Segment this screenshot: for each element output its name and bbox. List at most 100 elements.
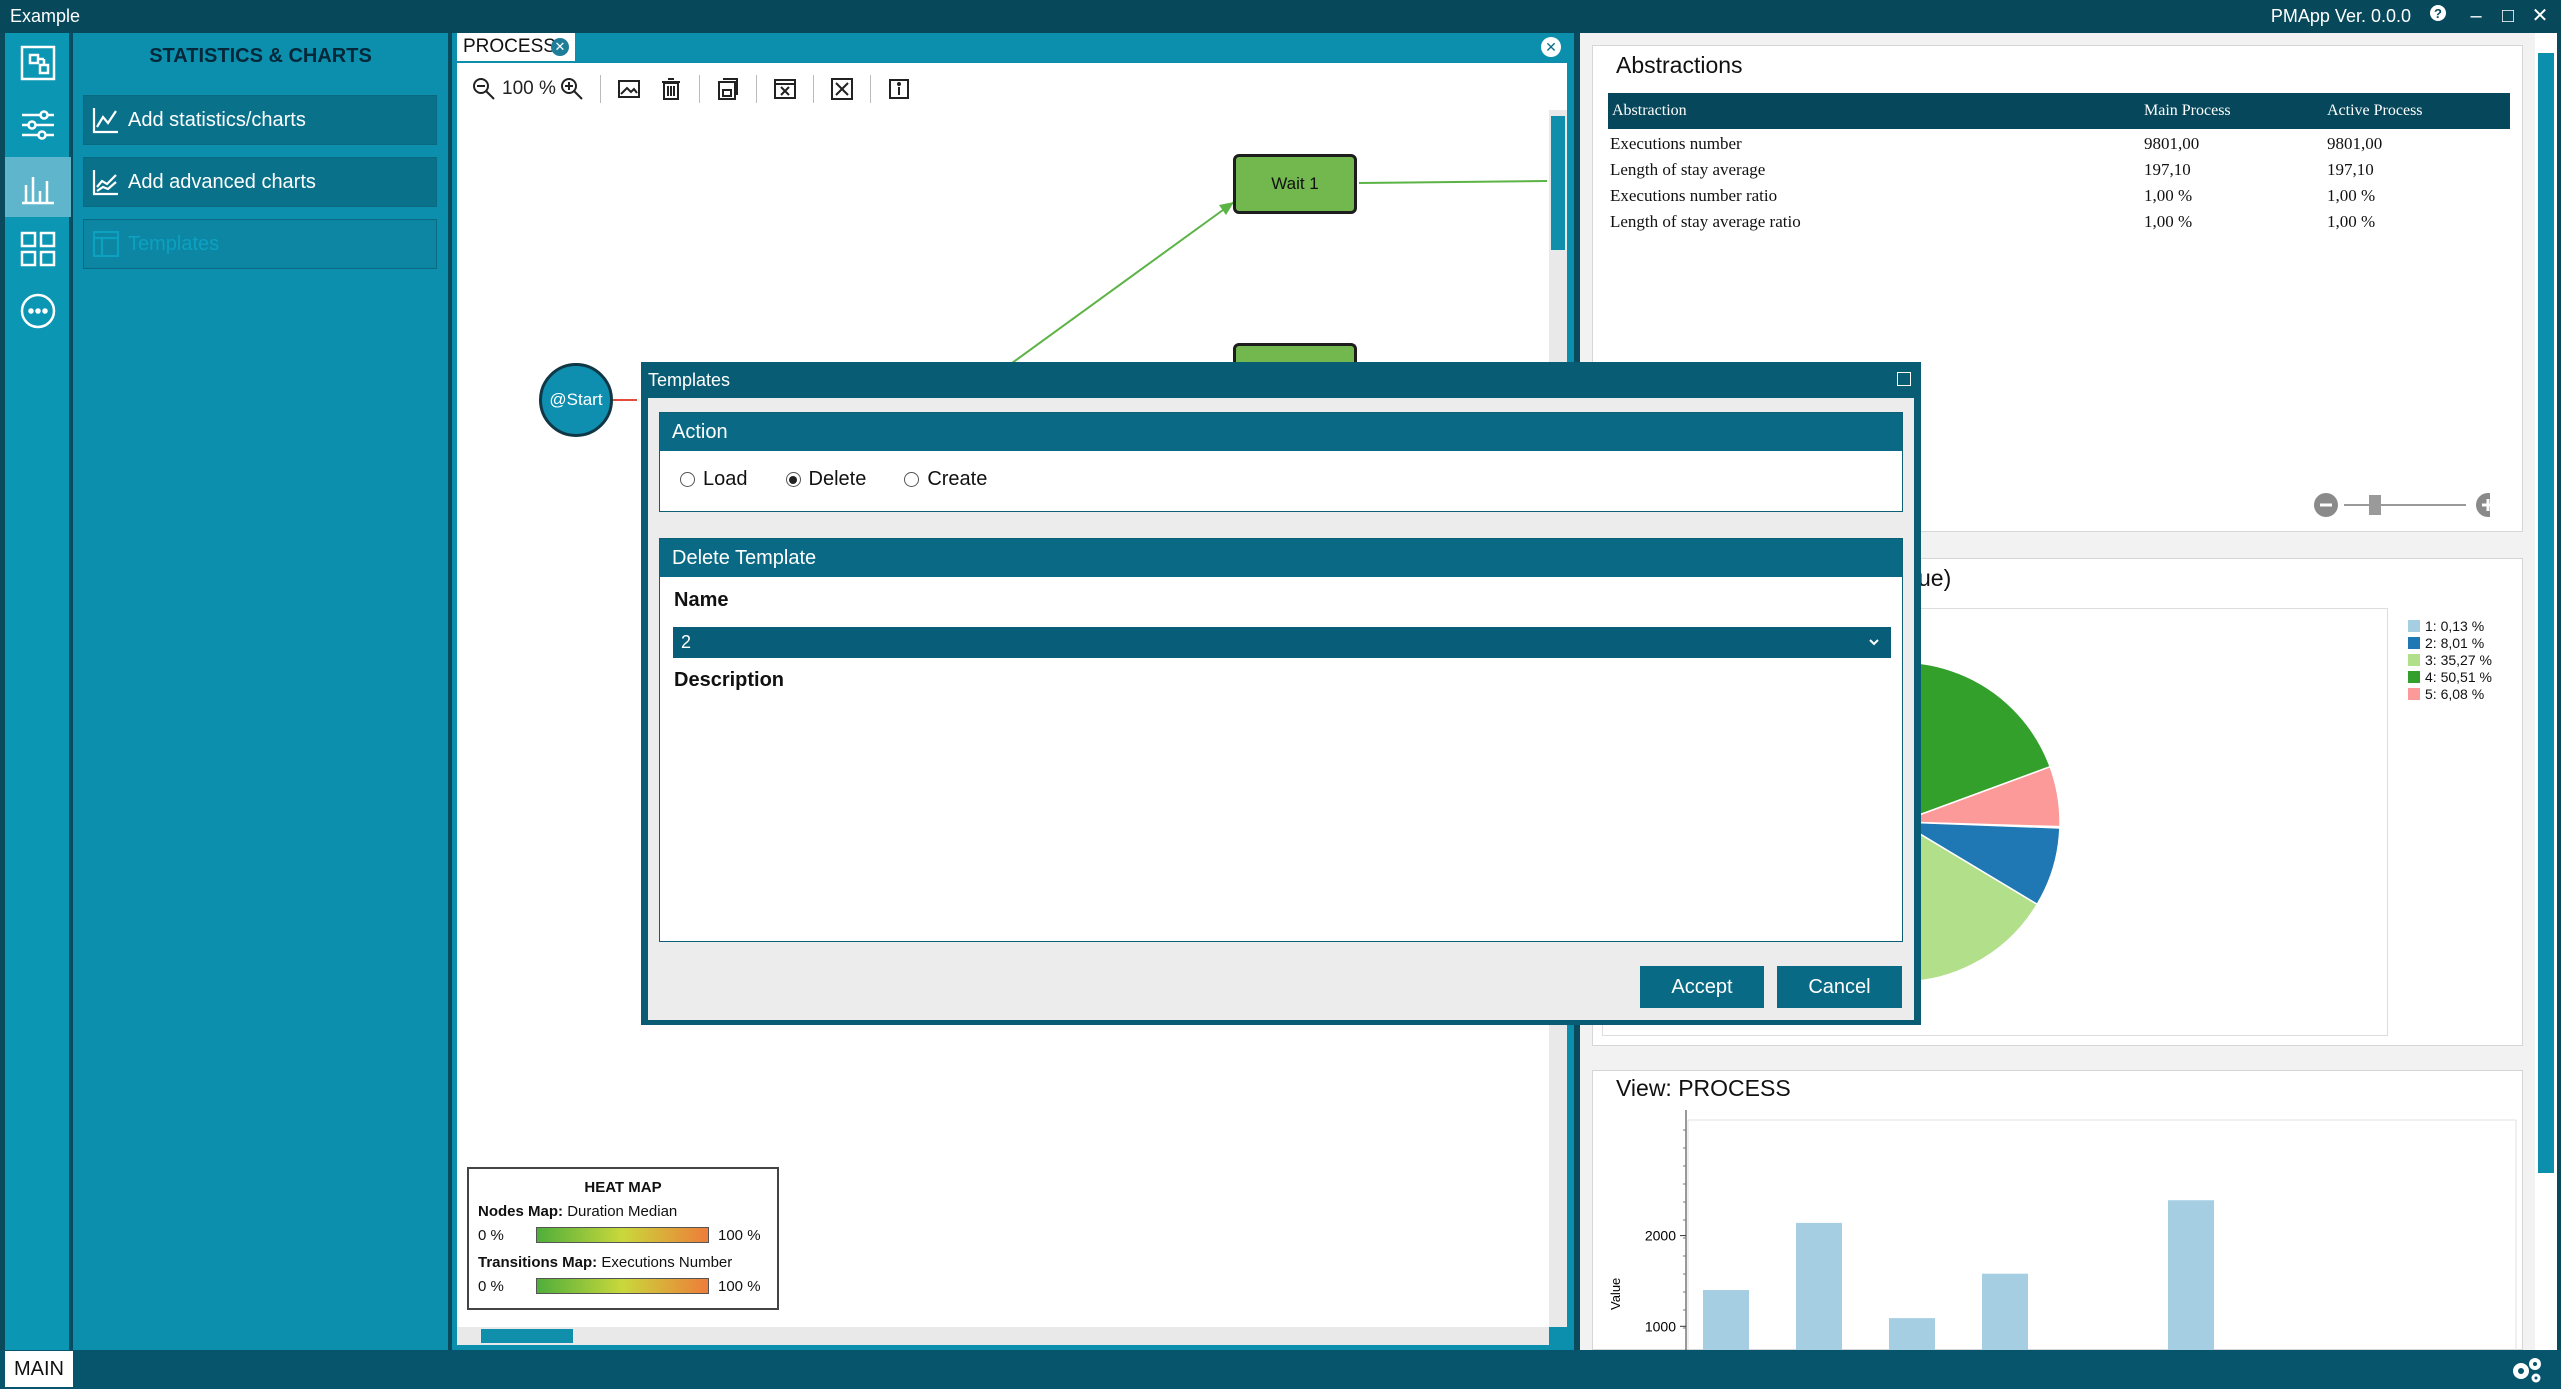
bar-chart: 2000 1000 Value <box>1608 1110 2517 1350</box>
add-statistics-button[interactable]: Add statistics/charts <box>83 95 437 145</box>
process-toolbar: 100 % <box>470 72 913 106</box>
transitions-gradient <box>536 1278 709 1294</box>
zoom-out-icon[interactable] <box>470 75 498 103</box>
process-map-icon[interactable] <box>5 33 71 93</box>
radio-label: Load <box>703 468 748 490</box>
legend-item: 4: 50,51 % <box>2408 668 2492 685</box>
transitions-map-value: Executions Number <box>601 1254 733 1271</box>
bar <box>1982 1273 2028 1350</box>
sliders-icon[interactable] <box>5 95 71 155</box>
minimize-button[interactable]: – <box>2463 3 2489 29</box>
bar <box>1796 1222 1842 1350</box>
delete-template-section: Delete Template Name Description <box>659 538 1903 942</box>
bar <box>1703 1290 1749 1350</box>
maximize-button[interactable]: □ <box>2495 3 2521 29</box>
pie-legend: 1: 0,13 % 2: 8,01 % 3: 35,27 % 4: 50,51 … <box>2408 617 2492 702</box>
more-options-icon[interactable] <box>5 281 71 341</box>
edge-start-wait <box>1011 201 1235 364</box>
action-section: Action Load Delete Create <box>659 412 1903 512</box>
node-wait-1[interactable]: Wait 1 <box>1233 154 1357 214</box>
add-advanced-charts-label: Add advanced charts <box>128 170 316 193</box>
accept-button[interactable]: Accept <box>1640 966 1764 1008</box>
radio-delete[interactable]: Delete <box>785 468 866 491</box>
table-cell: Length of stay average ratio <box>1610 212 1801 231</box>
y-tick-label: 2000 <box>1645 1228 1676 1244</box>
close-window-icon[interactable] <box>771 75 799 103</box>
scroll-thumb[interactable] <box>2538 53 2554 1173</box>
max-label: 100 % <box>718 1278 761 1295</box>
add-advanced-charts-button[interactable]: Add advanced charts <box>83 157 437 207</box>
right-scrollbar[interactable] <box>2535 33 2557 1350</box>
legend-label: 4: 50,51 % <box>2425 668 2492 685</box>
templates-button[interactable]: Templates <box>83 219 437 269</box>
heat-map-title: HEAT MAP <box>584 1179 662 1196</box>
scroll-thumb[interactable] <box>481 1329 573 1343</box>
excel-export-icon[interactable] <box>828 75 856 103</box>
canvas-horizontal-scrollbar[interactable] <box>457 1327 1549 1345</box>
title-bar: Example PMApp Ver. 0.0.0 ? – □ ✕ <box>0 0 2561 33</box>
panel-close-icon[interactable]: ✕ <box>1541 37 1561 57</box>
gears-icon[interactable] <box>2509 1356 2543 1389</box>
transitions-map-label: Transitions Map: <box>478 1254 598 1271</box>
toolbar-divider <box>755 75 757 103</box>
legend-item: 1: 0,13 % <box>2408 617 2492 634</box>
nodes-gradient <box>536 1227 709 1243</box>
name-select[interactable]: 2 <box>673 627 1891 658</box>
line-chart-icon <box>84 95 128 145</box>
table-cell: Length of stay average <box>1610 160 1766 179</box>
templates-label: Templates <box>128 232 220 255</box>
save-icon[interactable] <box>714 75 742 103</box>
radio-circle[interactable] <box>904 472 920 487</box>
close-button[interactable]: ✕ <box>2527 3 2553 29</box>
statistics-icon[interactable] <box>5 157 71 217</box>
toolbar-divider <box>869 75 871 103</box>
info-icon[interactable] <box>885 75 913 103</box>
zoom-in-icon[interactable] <box>558 75 586 103</box>
radio-create[interactable]: Create <box>904 468 987 491</box>
tab-process[interactable]: PROCESS ✕ <box>457 33 575 61</box>
radio-circle[interactable] <box>785 472 801 487</box>
legend-label: 5: 6,08 % <box>2425 685 2485 702</box>
heat-map-legend: HEAT MAP Nodes Map: Duration Median 0 % … <box>467 1167 779 1310</box>
area-chart-icon <box>84 157 128 207</box>
maximize-icon[interactable] <box>1897 372 1911 386</box>
chevron-down-icon <box>1867 627 1881 668</box>
table-cell: Executions number ratio <box>1610 186 1778 205</box>
edge-arrowhead <box>1219 202 1234 215</box>
description-label: Description <box>674 669 785 691</box>
table-row: Length of stay average ratio 1,00 % 1,00… <box>1608 209 2510 235</box>
main-label[interactable]: MAIN <box>5 1351 73 1387</box>
table-cell: 1,00 % <box>2327 212 2376 231</box>
dashboard-grid-icon[interactable] <box>5 219 71 279</box>
table-cell: 197,10 <box>2144 160 2191 179</box>
node-wait-1-label: Wait 1 <box>1271 174 1319 193</box>
cancel-button[interactable]: Cancel <box>1777 966 1902 1008</box>
table-row: Executions number ratio 1,00 % 1,00 % <box>1608 183 2510 209</box>
table-cell: 9801,00 <box>2144 134 2200 153</box>
image-export-icon[interactable] <box>615 75 643 103</box>
legend-label: 2: 8,01 % <box>2425 634 2485 651</box>
nodes-map-value: Duration Median <box>567 1203 678 1220</box>
node-start[interactable]: @Start <box>539 363 613 437</box>
trash-icon[interactable] <box>657 75 685 103</box>
tab-close-icon[interactable]: ✕ <box>551 38 569 56</box>
radio-circle[interactable] <box>680 472 695 487</box>
column-header: Abstraction <box>1612 102 1687 119</box>
table-header: Abstraction Main Process Active Process <box>1608 93 2510 129</box>
scroll-thumb[interactable] <box>1551 116 1565 250</box>
nodes-map-label: Nodes Map: <box>478 1203 564 1220</box>
icon-rail <box>5 33 71 1350</box>
template-icon <box>84 219 128 269</box>
y-axis-label: Value <box>1608 1278 1623 1310</box>
svg-text:?: ? <box>2434 6 2442 21</box>
app-title: Example <box>10 6 81 26</box>
radio-load[interactable]: Load <box>680 468 748 491</box>
slider-handle[interactable] <box>2369 495 2381 515</box>
help-icon[interactable]: ? <box>2425 3 2451 29</box>
edge-wait-out <box>1358 180 1547 184</box>
legend-label: 1: 0,13 % <box>2425 617 2485 634</box>
zoom-slider[interactable] <box>2310 490 2490 520</box>
action-section-header: Action <box>660 413 1902 451</box>
legend-item: 3: 35,27 % <box>2408 651 2492 668</box>
column-header: Main Process <box>2144 102 2231 119</box>
